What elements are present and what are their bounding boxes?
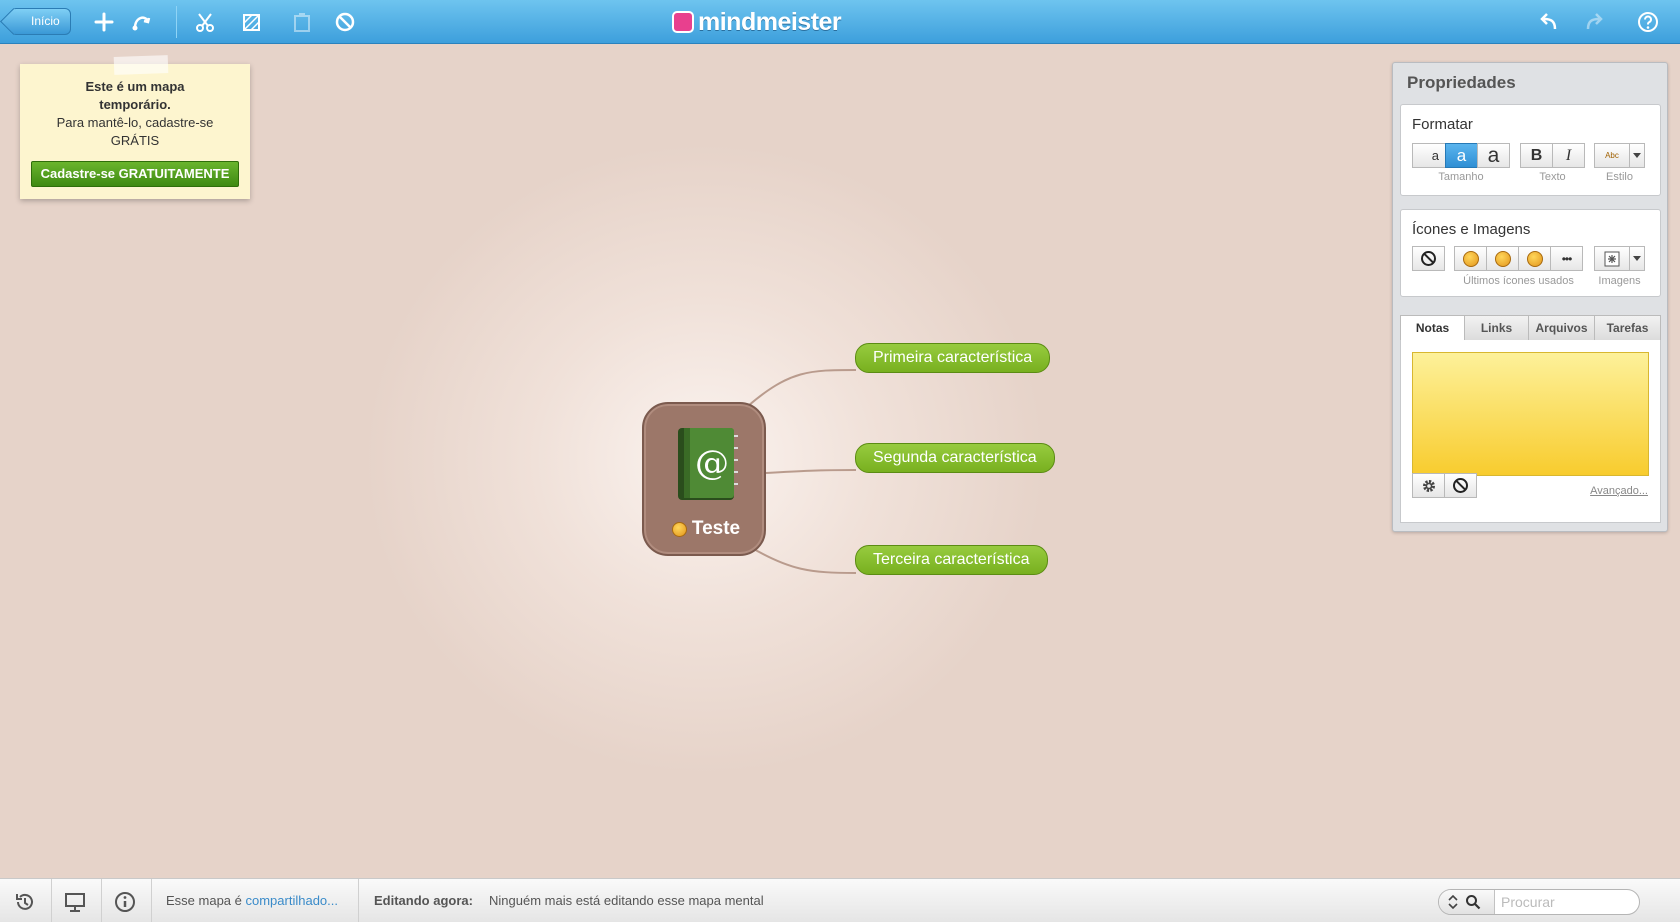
help-icon[interactable] (1636, 10, 1660, 34)
paste-icon[interactable] (290, 10, 314, 34)
note-tape (113, 55, 169, 75)
add-node-icon[interactable] (92, 10, 116, 34)
editing-now-value: Ninguém mais está editando esse mapa men… (489, 893, 764, 908)
logo-text-mind: mind (698, 7, 756, 36)
undo-icon[interactable] (1536, 10, 1560, 34)
mindmeister-logo: mindmeister (672, 7, 842, 36)
share-status-prefix: Esse mapa é (166, 893, 242, 908)
caption-images: Imagens (1598, 275, 1641, 287)
font-size-small-button[interactable]: a (1412, 143, 1446, 168)
cut-icon[interactable] (193, 10, 217, 34)
italic-button[interactable]: I (1552, 143, 1585, 168)
style-button[interactable]: Abc (1594, 143, 1630, 168)
icons-images-title: Ícones e Imagens (1412, 221, 1531, 238)
shared-link[interactable]: compartilhado... (246, 893, 339, 908)
recent-icon-neutral[interactable] (1486, 246, 1519, 271)
chevron-down-icon (1633, 153, 1641, 158)
child-node-3[interactable]: Terceira característica (855, 545, 1048, 575)
notes-panel: Avançado... (1400, 340, 1661, 523)
style-dropdown[interactable] (1629, 143, 1645, 168)
notes-textarea[interactable] (1412, 352, 1649, 476)
logo-text-meister: meister (755, 7, 842, 36)
signup-free-button[interactable]: Cadastre-se GRATUITAMENTE (31, 161, 239, 187)
tab-tasks[interactable]: Tarefas (1594, 315, 1661, 341)
caption-recent-icons: Últimos ícones usados (1463, 275, 1574, 287)
font-size-large-button[interactable]: a (1477, 143, 1510, 168)
toolbar-divider (176, 6, 177, 38)
happy-emoticon-icon (1462, 250, 1479, 267)
search-box (1438, 889, 1640, 915)
info-icon[interactable] (114, 891, 136, 913)
recent-icon-smile[interactable] (1454, 246, 1487, 271)
properties-panel: Propriedades Formatar a a a B I Abc Tama… (1392, 62, 1668, 532)
redo-icon[interactable] (1583, 10, 1607, 34)
format-section: Formatar a a a B I Abc Tamanho Texto Est… (1400, 104, 1661, 196)
image-button[interactable] (1594, 246, 1630, 271)
bottom-status-bar: Esse mapa é compartilhado... Editando ag… (0, 878, 1680, 922)
sad-emoticon-icon (671, 521, 687, 537)
child-node-1[interactable]: Primeira característica (855, 343, 1051, 373)
share-status: Esse mapa é compartilhado... (166, 893, 338, 908)
copy-icon[interactable] (240, 10, 264, 34)
ban-icon (1421, 251, 1436, 266)
root-node[interactable]: @ Teste (642, 402, 766, 556)
tab-links[interactable]: Links (1464, 315, 1529, 341)
home-back-button[interactable]: Início (12, 8, 71, 35)
editing-now-label: Editando agora: (374, 893, 473, 908)
connect-icon[interactable] (130, 10, 154, 34)
image-dropdown[interactable] (1629, 246, 1645, 271)
caption-size: Tamanho (1438, 171, 1484, 183)
child-node-2[interactable]: Segunda característica (855, 443, 1055, 473)
tab-notes[interactable]: Notas (1400, 315, 1465, 341)
search-icon (1466, 895, 1481, 910)
properties-tabs: Notas Links Arquivos Tarefas (1400, 315, 1661, 341)
presentation-icon[interactable] (64, 891, 86, 913)
tab-files[interactable]: Arquivos (1528, 315, 1595, 341)
more-icons-button[interactable]: ••• (1550, 246, 1583, 271)
format-title: Formatar (1412, 116, 1473, 133)
logo-icon (672, 11, 694, 33)
properties-title: Propriedades (1407, 73, 1516, 92)
icons-images-section: Ícones e Imagens ••• Últimos ícones usad… (1400, 209, 1661, 297)
remove-icon-button[interactable] (1412, 246, 1445, 271)
ban-icon (1453, 478, 1468, 493)
note-title: Este é um mapa temporário. (85, 79, 185, 112)
svg-text:@: @ (695, 443, 729, 483)
recent-icon-sad[interactable] (1518, 246, 1551, 271)
bold-button[interactable]: B (1520, 143, 1553, 168)
delete-icon[interactable] (333, 10, 357, 34)
top-toolbar: Início mindmeister (0, 0, 1680, 44)
temporary-map-note: Este é um mapa temporário. Para mantê-lo… (20, 55, 250, 199)
note-body: Para mantê-lo, cadastre-se GRÁTIS (56, 115, 214, 148)
neutral-emoticon-icon (1494, 250, 1511, 267)
history-icon[interactable] (14, 891, 36, 913)
search-controls[interactable] (1439, 890, 1495, 914)
caption-style: Estilo (1606, 171, 1633, 183)
address-book-icon: @ (678, 428, 738, 500)
image-icon (1604, 251, 1620, 266)
caption-text: Texto (1539, 171, 1566, 183)
notes-settings-button[interactable] (1412, 473, 1445, 498)
gear-icon (1422, 479, 1435, 492)
font-size-medium-button[interactable]: a (1445, 143, 1478, 168)
root-node-label: Teste (691, 518, 741, 539)
chevron-down-icon (1633, 256, 1641, 261)
notes-clear-button[interactable] (1444, 473, 1477, 498)
search-input[interactable] (1501, 893, 1631, 911)
sad-emoticon-icon (1526, 250, 1543, 267)
sort-arrows-icon (1448, 895, 1458, 909)
advanced-link[interactable]: Avançado... (1590, 485, 1648, 497)
